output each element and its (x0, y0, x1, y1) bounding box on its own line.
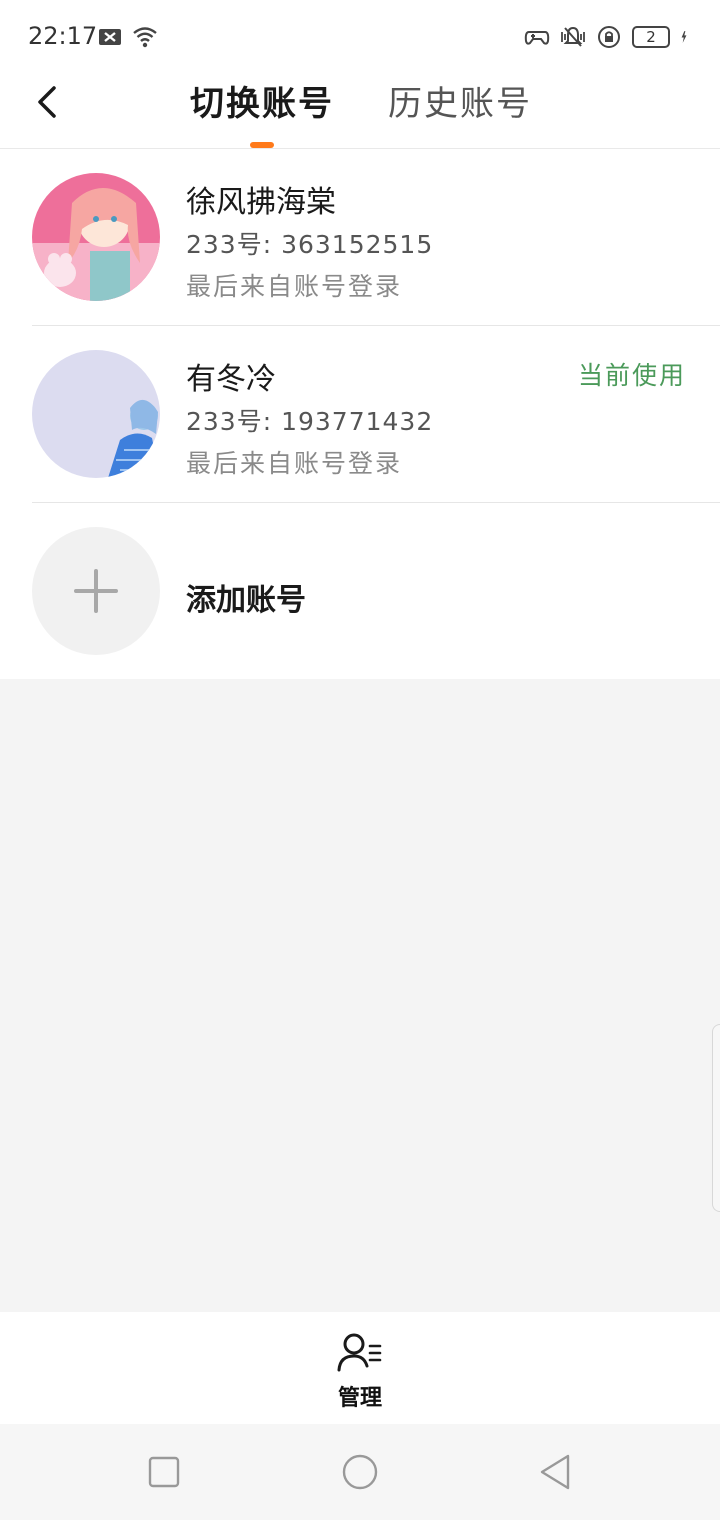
back-triangle-icon[interactable] (536, 1452, 576, 1492)
edge-panel-handle[interactable] (712, 1024, 720, 1212)
current-in-use-badge: 当前使用 (577, 361, 686, 390)
wifi-icon (133, 27, 157, 48)
add-account-label: 添加账号 (186, 583, 306, 618)
account-row[interactable]: 徐风拂海棠 233号: 363152515 最后来自账号登录 (0, 149, 720, 326)
status-time: 22:17 (28, 22, 98, 50)
manage-button[interactable]: 管理 (330, 1330, 390, 1411)
account-name: 有冬冷 (186, 362, 276, 397)
add-account-circle (32, 527, 160, 655)
tab-history-account[interactable]: 历史账号 (388, 76, 532, 125)
manage-label: 管理 (337, 1386, 382, 1411)
account-uid: 233号: 363152515 (186, 230, 434, 259)
account-row-current[interactable]: 有冬冷 当前使用 233号: 193771432 最后来自账号登录 (0, 326, 720, 503)
recent-apps-icon[interactable] (144, 1452, 184, 1492)
system-nav-bar (0, 1424, 720, 1520)
account-uid: 233号: 193771432 (186, 407, 434, 436)
avatar (32, 173, 160, 301)
rotation-lock-icon (598, 26, 620, 48)
status-right-icons: 2 (524, 24, 694, 50)
active-tab-indicator (250, 142, 274, 148)
status-bar: 22:17 2 (0, 0, 720, 72)
status-left-icons (98, 24, 158, 50)
home-icon[interactable] (340, 1452, 380, 1492)
tab-switch-account[interactable]: 切换账号 (190, 76, 334, 125)
chevron-left-icon[interactable] (26, 80, 70, 124)
vibrate-icon (561, 26, 585, 47)
account-name: 徐风拂海棠 (186, 185, 336, 220)
charging-bolt-icon (681, 31, 687, 43)
battery-indicator: 2 (632, 26, 670, 48)
notification-x-icon (99, 29, 121, 45)
top-nav: 切换账号 历史账号 (0, 72, 720, 149)
add-account-row[interactable]: 添加账号 (0, 503, 720, 680)
account-login-source: 最后来自账号登录 (186, 449, 403, 478)
avatar-image (32, 350, 160, 478)
account-list: 徐风拂海棠 233号: 363152515 最后来自账号登录 有冬冷 当前使用 … (0, 149, 720, 679)
plus-icon (74, 569, 118, 613)
avatar-image (32, 173, 160, 301)
bottom-action-bar: 管理 (0, 1312, 720, 1424)
user-list-icon (337, 1333, 382, 1372)
account-login-source: 最后来自账号登录 (186, 272, 403, 301)
avatar (32, 350, 160, 478)
gamepad-icon (524, 31, 550, 45)
